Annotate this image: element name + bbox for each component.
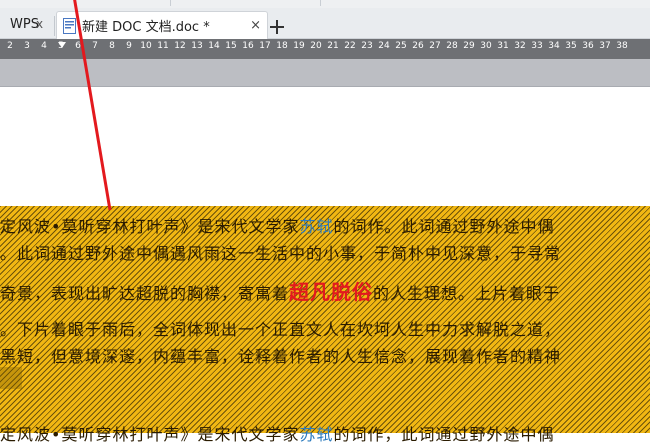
red-arrow-icon xyxy=(73,0,112,211)
